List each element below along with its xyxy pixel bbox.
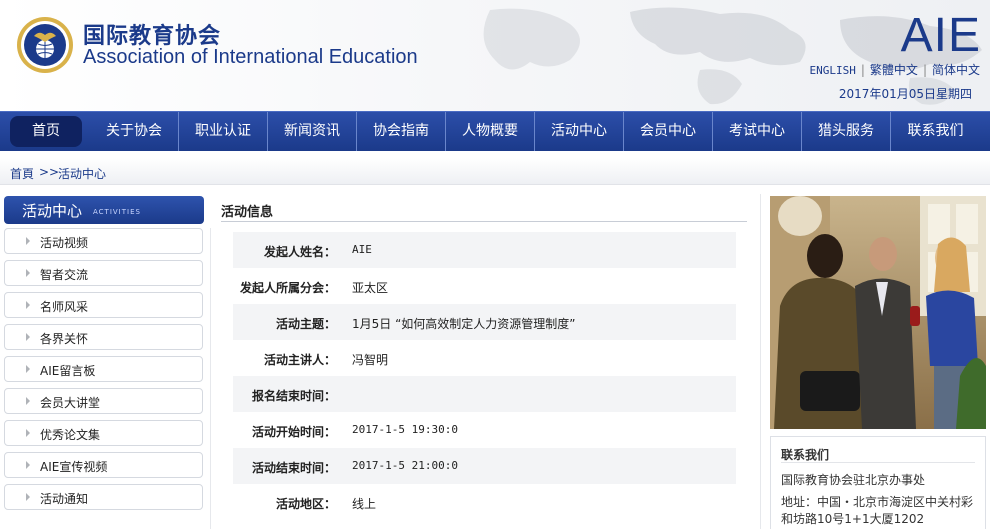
sidebar-item-label: 各界关怀 <box>40 332 89 346</box>
nav-people[interactable]: 人物概要 <box>446 112 535 151</box>
language-switcher: ENGLISH | 繁體中文 | 简体中文 <box>810 61 980 78</box>
contact-address: 地址：中国・北京市海淀区中关村彩和坊路10号1+1大厦1202 <box>781 495 974 526</box>
info-row: 报名结束时间： <box>233 376 736 412</box>
info-label: 活动开始时间： <box>251 425 336 439</box>
sidebar-item-lectures[interactable]: 会员大讲堂 <box>4 388 203 414</box>
nav-headhunting[interactable]: 猎头服务 <box>802 112 891 151</box>
sidebar-item-label: AIE宣传视频 <box>40 460 108 474</box>
current-date: 2017年01月05日星期四 <box>838 87 972 101</box>
nav-guide[interactable]: 协会指南 <box>357 112 446 151</box>
info-value: 2017-1-5 21:00:0 <box>352 459 458 472</box>
info-value: 冯智明 <box>352 353 389 367</box>
info-row: 发起人所属分会： 亚太区 <box>233 268 736 304</box>
sidebar-item-label: 智者交流 <box>40 268 89 282</box>
sidebar-item-care[interactable]: 各界关怀 <box>4 324 203 350</box>
arrow-right-icon <box>26 397 30 405</box>
sidebar-item-label: 活动通知 <box>40 492 89 506</box>
nav-contact[interactable]: 联系我们 <box>891 112 980 151</box>
main-nav: 首页 关于协会 职业认证 新闻资讯 协会指南 人物概要 活动中心 会员中心 考试… <box>0 111 990 151</box>
nav-certification[interactable]: 职业认证 <box>179 112 268 151</box>
sidebar-item-label: 会员大讲堂 <box>40 396 101 410</box>
arrow-right-icon <box>26 429 30 437</box>
arrow-right-icon <box>26 493 30 501</box>
section-title: 活动信息 <box>221 201 747 222</box>
sidebar-item-notices[interactable]: 活动通知 <box>4 484 203 510</box>
info-value: 线上 <box>352 497 377 511</box>
info-row: 发起人姓名： AIE <box>233 232 736 268</box>
info-value: 2017-1-5 19:30:0 <box>352 423 458 436</box>
breadcrumb-separator: >> <box>39 165 60 179</box>
info-row: 活动地区： 线上 <box>233 484 736 520</box>
nav-news[interactable]: 新闻资讯 <box>268 112 357 151</box>
nav-home[interactable]: 首页 <box>10 116 82 147</box>
sidebar-item-label: 名师风采 <box>40 300 89 314</box>
nav-activities[interactable]: 活动中心 <box>535 112 624 151</box>
info-value: 亚太区 <box>352 281 389 295</box>
sidebar-item-label: 活动视频 <box>40 236 89 250</box>
nav-about[interactable]: 关于协会 <box>90 112 179 151</box>
arrow-right-icon <box>26 269 30 277</box>
lang-traditional-link[interactable]: 繁體中文 <box>870 63 918 77</box>
arrow-right-icon <box>26 301 30 309</box>
sidebar-header: 活动中心 ACTIVITIES <box>4 196 204 224</box>
nav-exams[interactable]: 考试中心 <box>713 112 802 151</box>
breadcrumb-home[interactable]: 首頁 <box>10 165 34 182</box>
nav-members[interactable]: 会员中心 <box>624 112 713 151</box>
right-column-divider <box>760 194 761 529</box>
site-header: 国际教育协会 Association of International Educ… <box>0 0 990 111</box>
sidebar-item-guestbook[interactable]: AIE留言板 <box>4 356 203 382</box>
info-row: 活动主题： 1月5日 “如何高效制定人力资源管理制度” <box>233 304 736 340</box>
sidebar-item-promo-videos[interactable]: AIE宣传视频 <box>4 452 203 478</box>
sidebar-item-label: AIE留言板 <box>40 364 96 378</box>
sidebar-item-label: 优秀论文集 <box>40 428 101 442</box>
info-label: 活动地区： <box>275 497 336 511</box>
site-title-en: Association of International Education <box>83 46 418 68</box>
lang-separator: | <box>860 63 865 77</box>
breadcrumb-current[interactable]: 活动中心 <box>58 165 106 182</box>
info-row: 活动主讲人： 冯智明 <box>233 340 736 376</box>
arrow-right-icon <box>26 461 30 469</box>
info-label: 报名结束时间： <box>251 389 336 403</box>
info-label: 活动主题： <box>275 317 336 331</box>
contact-divider <box>781 462 975 463</box>
info-row: 活动开始时间： 2017-1-5 19:30:0 <box>233 412 736 448</box>
sidebar-subtitle: ACTIVITIES <box>93 208 141 216</box>
contact-title: 联系我们 <box>781 448 830 462</box>
info-value: 1月5日 “如何高效制定人力资源管理制度” <box>352 317 576 331</box>
lang-simplified-link[interactable]: 简体中文 <box>932 63 980 77</box>
sidebar-item-exchange[interactable]: 智者交流 <box>4 260 203 286</box>
contact-office: 国际教育协会驻北京办事处 <box>781 473 926 487</box>
breadcrumb: 首頁 >> 活动中心 <box>0 158 990 185</box>
lang-separator: | <box>922 63 927 77</box>
brand-aie: AIE <box>900 9 981 62</box>
arrow-right-icon <box>26 365 30 373</box>
sidebar-title: 活动中心 <box>22 202 83 220</box>
info-label: 活动结束时间： <box>251 461 336 475</box>
event-photo <box>770 196 986 429</box>
arrow-right-icon <box>26 333 30 341</box>
sidebar-item-videos[interactable]: 活动视频 <box>4 228 203 254</box>
info-label: 发起人姓名： <box>263 245 336 259</box>
sidebar-item-papers[interactable]: 优秀论文集 <box>4 420 203 446</box>
aie-logo[interactable] <box>16 16 74 74</box>
contact-box: 联系我们 国际教育协会驻北京办事处 地址：中国・北京市海淀区中关村彩和坊路10号… <box>770 436 986 529</box>
info-row: 活动结束时间： 2017-1-5 21:00:0 <box>233 448 736 484</box>
info-label: 发起人所属分会： <box>239 281 336 295</box>
lang-english-link[interactable]: ENGLISH <box>810 64 856 77</box>
arrow-right-icon <box>26 237 30 245</box>
info-value: AIE <box>352 243 372 256</box>
sidebar-item-teachers[interactable]: 名师风采 <box>4 292 203 318</box>
info-label: 活动主讲人： <box>263 353 336 367</box>
